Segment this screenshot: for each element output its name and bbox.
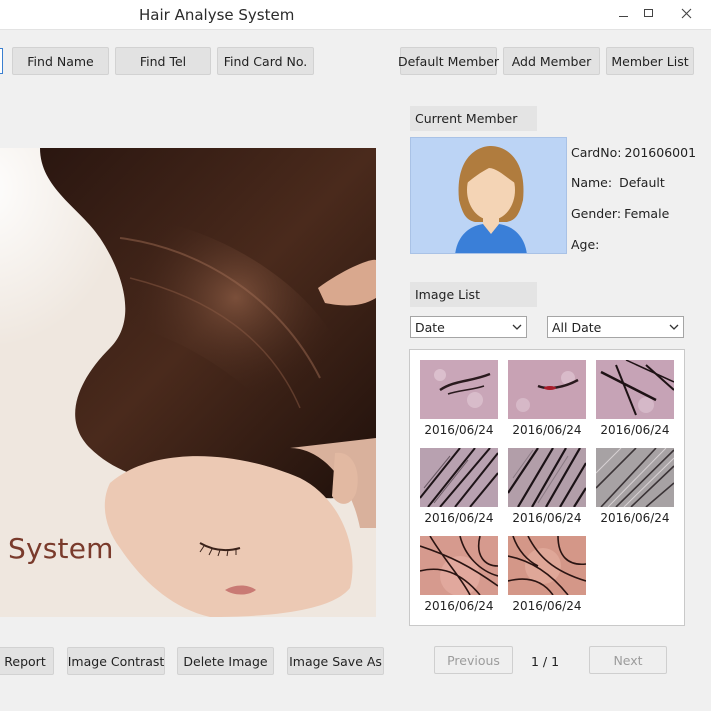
image-contrast-button[interactable]: Image Contrast bbox=[67, 647, 165, 675]
image-list-label: Image List bbox=[410, 282, 537, 307]
filter-type-value: Date bbox=[415, 319, 445, 335]
gender-field: Gender: Female bbox=[571, 206, 669, 221]
hair-thumbnail[interactable] bbox=[596, 360, 674, 419]
name-key: Name: bbox=[571, 175, 613, 190]
delete-image-button[interactable]: Delete Image bbox=[177, 647, 274, 675]
photo-overlay-text: System bbox=[8, 532, 114, 565]
report-button[interactable]: Report bbox=[0, 647, 54, 675]
age-key: Age: bbox=[571, 237, 600, 252]
cardno-value: 201606001 bbox=[624, 145, 697, 160]
page-indicator: 1 / 1 bbox=[531, 654, 560, 669]
gender-key: Gender: bbox=[571, 206, 622, 221]
hair-thumbnail[interactable] bbox=[420, 536, 498, 595]
hair-thumbnail[interactable] bbox=[508, 536, 586, 595]
name-value: Default bbox=[619, 175, 665, 190]
age-field: Age: bbox=[571, 237, 602, 252]
title-bar: Hair Analyse System bbox=[0, 0, 711, 30]
filter-range-value: All Date bbox=[552, 319, 602, 335]
hair-thumbnail[interactable] bbox=[596, 448, 674, 507]
next-button[interactable]: Next bbox=[589, 646, 667, 674]
maximize-button[interactable] bbox=[636, 2, 660, 24]
female-avatar-icon bbox=[455, 146, 527, 253]
thumbnail-date: 2016/06/24 bbox=[424, 599, 494, 613]
default-member-button[interactable]: Default Member bbox=[398, 47, 499, 75]
member-list-button[interactable]: Member List bbox=[606, 47, 694, 75]
cardno-field: CardNo: 201606001 bbox=[571, 145, 696, 160]
find-tel-button[interactable]: Find Tel bbox=[115, 47, 211, 75]
add-member-button[interactable]: Add Member bbox=[503, 47, 600, 75]
find-name-button[interactable]: Find Name bbox=[12, 47, 109, 75]
filter-range-select[interactable]: All Date bbox=[547, 316, 684, 338]
hair-thumbnail[interactable] bbox=[508, 360, 586, 419]
window-title: Hair Analyse System bbox=[139, 6, 295, 24]
minimize-icon bbox=[618, 15, 628, 17]
find-card-button[interactable]: Find Card No. bbox=[217, 47, 314, 75]
main-image-view[interactable]: System bbox=[0, 148, 376, 617]
thumbnail-date: 2016/06/24 bbox=[424, 423, 494, 437]
filter-type-select[interactable]: Date bbox=[410, 316, 527, 338]
member-avatar bbox=[410, 137, 567, 254]
hair-thumbnail[interactable] bbox=[420, 360, 498, 419]
name-field: Name: Default bbox=[571, 175, 665, 190]
thumbnail-date: 2016/06/24 bbox=[600, 511, 670, 525]
close-icon bbox=[681, 8, 692, 18]
thumbnail-date: 2016/06/24 bbox=[600, 423, 670, 437]
gender-value: Female bbox=[624, 206, 670, 221]
app-window: Hair Analyse System Find Name Find Tel F… bbox=[0, 0, 711, 711]
thumbnail-date: 2016/06/24 bbox=[512, 599, 582, 613]
current-member-label: Current Member bbox=[410, 106, 537, 131]
chevron-down-icon bbox=[512, 324, 522, 330]
chevron-down-icon bbox=[669, 324, 679, 330]
minimize-button[interactable] bbox=[612, 2, 634, 24]
image-save-as-button[interactable]: Image Save As bbox=[287, 647, 384, 675]
maximize-icon bbox=[643, 9, 653, 17]
image-list-panel: 2016/06/24 2016/06/24 2016/06/24 2016/06… bbox=[409, 349, 685, 626]
close-button[interactable] bbox=[664, 2, 709, 24]
thumbnail-date: 2016/06/24 bbox=[512, 423, 582, 437]
hair-thumbnail[interactable] bbox=[508, 448, 586, 507]
cardno-key: CardNo: bbox=[571, 145, 622, 160]
thumbnail-date: 2016/06/24 bbox=[512, 511, 582, 525]
previous-button[interactable]: Previous bbox=[434, 646, 513, 674]
thumbnail-date: 2016/06/24 bbox=[424, 511, 494, 525]
search-input[interactable] bbox=[0, 48, 3, 74]
hair-thumbnail[interactable] bbox=[420, 448, 498, 507]
